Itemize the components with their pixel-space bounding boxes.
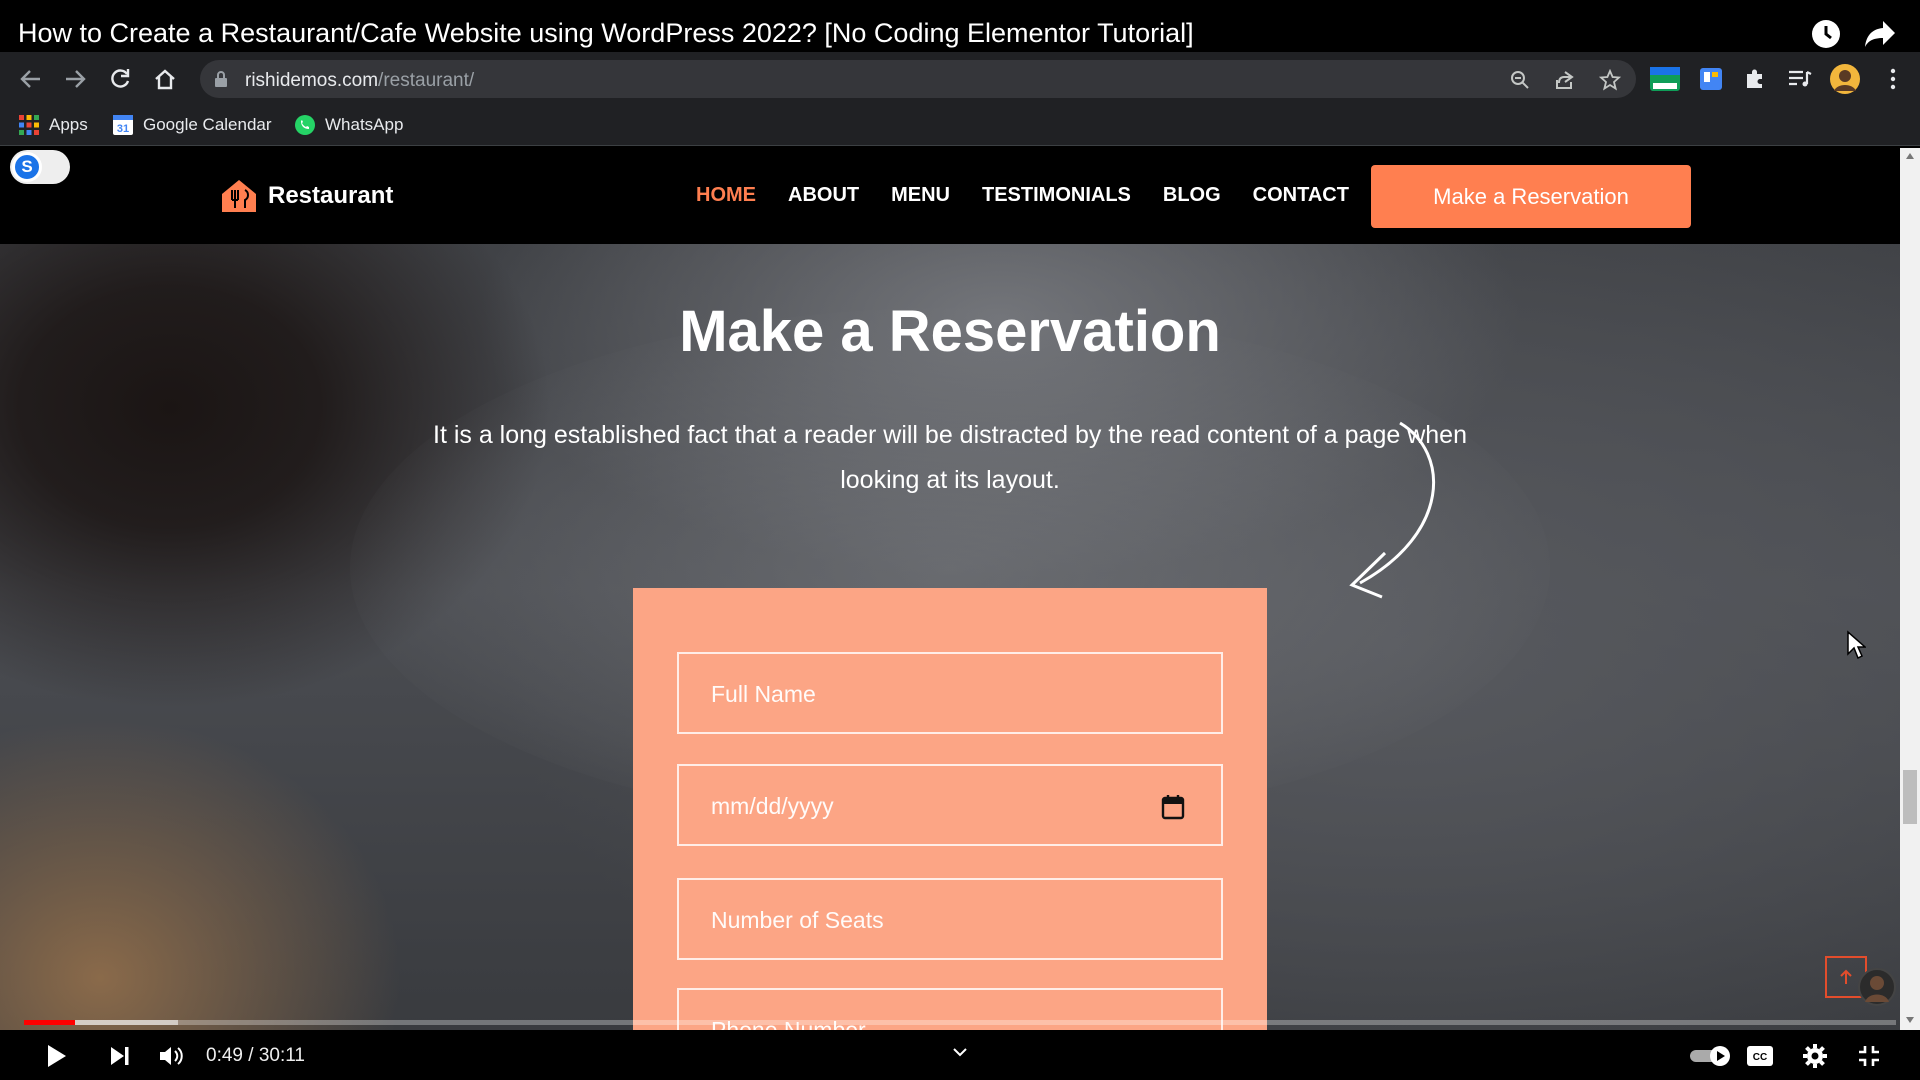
bookmark-whatsapp[interactable]: WhatsApp bbox=[294, 112, 403, 138]
exit-fullscreen-icon[interactable] bbox=[1851, 1038, 1887, 1074]
video-time: 0:49 / 30:11 bbox=[206, 1045, 305, 1066]
arrow-up-icon bbox=[1840, 969, 1852, 984]
settings-gear-icon[interactable] bbox=[1797, 1038, 1833, 1074]
nav-contact[interactable]: CONTACT bbox=[1253, 184, 1349, 207]
number-of-seats-field[interactable]: Number of Seats bbox=[677, 878, 1223, 960]
blue-extension-icon[interactable] bbox=[1694, 62, 1728, 96]
address-bar[interactable]: rishidemos.com/restaurant/ bbox=[200, 60, 1636, 98]
bookmark-google-calendar[interactable]: 31 Google Calendar bbox=[112, 112, 272, 138]
chevron-down-icon[interactable] bbox=[942, 1034, 978, 1070]
time-total: 30:11 bbox=[258, 1045, 305, 1066]
autoplay-toggle-icon[interactable] bbox=[1686, 1038, 1736, 1074]
extensions-puzzle-icon[interactable] bbox=[1738, 62, 1772, 96]
bookmark-label: WhatsApp bbox=[325, 115, 404, 134]
whatsapp-icon bbox=[295, 115, 315, 135]
chrome-menu-icon[interactable] bbox=[1876, 62, 1910, 96]
reload-icon[interactable] bbox=[103, 62, 137, 96]
make-reservation-button[interactable]: Make a Reservation bbox=[1371, 165, 1691, 228]
full-name-field[interactable]: Full Name bbox=[677, 652, 1223, 734]
captions-icon[interactable]: CC bbox=[1742, 1038, 1778, 1074]
bookmark-apps[interactable]: Apps bbox=[18, 112, 88, 138]
date-placeholder: mm/dd/yyyy bbox=[711, 793, 834, 819]
presenter-avatar bbox=[1858, 968, 1896, 1006]
scroll-down-arrow-icon[interactable] bbox=[1905, 1016, 1915, 1024]
site-header: Restaurant HOME ABOUT MENU TESTIMONIALS … bbox=[0, 148, 1900, 244]
reservation-form: Full Name mm/dd/yyyy Number of Seats Pho… bbox=[633, 588, 1267, 1030]
calendar-icon: 31 bbox=[113, 115, 133, 135]
mouse-cursor-icon bbox=[1847, 630, 1866, 660]
scroll-thumb[interactable] bbox=[1903, 770, 1917, 824]
home-icon[interactable] bbox=[148, 62, 182, 96]
skype-toggle[interactable]: S bbox=[10, 150, 70, 184]
main-navigation: HOME ABOUT MENU TESTIMONIALS BLOG CONTAC… bbox=[696, 184, 1349, 207]
apps-grid-icon bbox=[19, 115, 39, 135]
bookmark-star-icon[interactable] bbox=[1598, 68, 1622, 92]
profile-avatar[interactable] bbox=[1828, 62, 1862, 96]
nav-blog[interactable]: BLOG bbox=[1163, 184, 1221, 207]
play-icon[interactable] bbox=[38, 1038, 74, 1074]
restaurant-logo-icon bbox=[222, 180, 256, 212]
skype-icon: S bbox=[12, 152, 42, 182]
next-video-icon[interactable] bbox=[102, 1038, 138, 1074]
hero-subtitle: It is a long established fact that a rea… bbox=[433, 421, 1467, 494]
played-progress bbox=[24, 1020, 75, 1025]
share-arrow-icon[interactable] bbox=[1860, 14, 1900, 54]
curved-arrow-icon bbox=[1349, 421, 1436, 599]
video-controls: 0:49 / 30:11 CC bbox=[0, 1030, 1920, 1080]
svg-text:CC: CC bbox=[1753, 1052, 1767, 1063]
page-scrollbar[interactable] bbox=[1900, 148, 1920, 1030]
browser-toolbar: rishidemos.com/restaurant/ bbox=[0, 52, 1920, 104]
forward-arrow-icon[interactable] bbox=[58, 62, 92, 96]
bookmark-label: Google Calendar bbox=[143, 115, 272, 134]
reading-list-icon[interactable] bbox=[1783, 62, 1817, 96]
bookmark-label: Apps bbox=[49, 115, 88, 134]
lock-icon[interactable] bbox=[214, 70, 228, 93]
back-arrow-icon[interactable] bbox=[14, 62, 48, 96]
webpage-viewport: Restaurant HOME ABOUT MENU TESTIMONIALS … bbox=[0, 148, 1900, 1030]
url-text[interactable]: rishidemos.com/restaurant/ bbox=[245, 70, 474, 92]
nav-menu[interactable]: MENU bbox=[891, 184, 950, 207]
video-title: How to Create a Restaurant/Cafe Website … bbox=[18, 18, 1194, 48]
share-page-icon[interactable] bbox=[1553, 68, 1577, 92]
scroll-up-arrow-icon[interactable] bbox=[1905, 152, 1915, 160]
seats-placeholder: Number of Seats bbox=[711, 907, 884, 933]
zoom-icon[interactable] bbox=[1508, 68, 1532, 92]
nav-testimonials[interactable]: TESTIMONIALS bbox=[982, 184, 1131, 207]
page-title: Make a Reservation bbox=[679, 299, 1221, 364]
url-path: /restaurant/ bbox=[378, 70, 475, 91]
date-field[interactable]: mm/dd/yyyy bbox=[677, 764, 1223, 846]
nav-home[interactable]: HOME bbox=[696, 184, 756, 207]
calendar-picker-icon[interactable] bbox=[1161, 794, 1185, 820]
full-name-placeholder: Full Name bbox=[711, 681, 816, 707]
nav-about[interactable]: ABOUT bbox=[788, 184, 859, 207]
video-progress-bar[interactable] bbox=[24, 1020, 1896, 1025]
bookmarks-bar: Apps 31 Google Calendar WhatsApp bbox=[0, 104, 1920, 146]
logo-text: Restaurant bbox=[268, 182, 394, 209]
time-current: 0:49 bbox=[206, 1045, 243, 1066]
watch-later-clock-icon[interactable] bbox=[1806, 14, 1846, 54]
volume-icon[interactable] bbox=[154, 1038, 190, 1074]
video-title-bar: How to Create a Restaurant/Cafe Website … bbox=[0, 0, 1920, 52]
site-logo[interactable]: Restaurant bbox=[218, 176, 393, 216]
svg-text:31: 31 bbox=[117, 123, 129, 135]
url-domain: rishidemos.com bbox=[245, 70, 379, 91]
sam-extension-icon[interactable] bbox=[1648, 62, 1682, 96]
